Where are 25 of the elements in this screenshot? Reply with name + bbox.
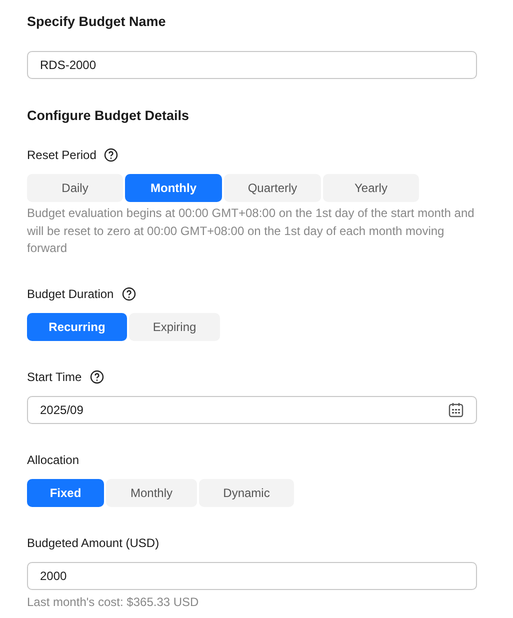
segment-option[interactable]: Monthly bbox=[125, 174, 222, 202]
section-title: Specify Budget Name bbox=[27, 14, 166, 30]
field-label: Start Time bbox=[27, 368, 82, 386]
field-label: Reset Period bbox=[27, 147, 96, 164]
segment-option[interactable]: Daily bbox=[27, 174, 123, 202]
segment-option[interactable]: Fixed bbox=[27, 478, 104, 506]
hint-text: Last month's cost: $365.33 USD bbox=[27, 594, 200, 610]
help-icon[interactable] bbox=[90, 370, 104, 384]
date-field[interactable]: 2025/09 bbox=[27, 396, 477, 424]
segment-option[interactable]: Recurring bbox=[27, 312, 127, 340]
hint-text: Budget evaluation begins at 00:00 GMT+08:00 on the 1st day of the start month and will be reset to zero at 00:00 GMT+08:00 on the 1st day of each month moving forward bbox=[27, 205, 476, 257]
segment-option[interactable]: Expiring bbox=[129, 312, 220, 340]
field-label: Budget Duration bbox=[27, 286, 114, 302]
section-title: Configure Budget Details bbox=[27, 108, 190, 124]
segment-option[interactable]: Dynamic bbox=[199, 478, 294, 506]
segment-option[interactable]: Quarterly bbox=[224, 174, 321, 202]
help-icon[interactable] bbox=[104, 148, 118, 162]
help-icon[interactable] bbox=[122, 286, 136, 300]
budget-name-field[interactable]: RDS-2000 bbox=[27, 51, 477, 79]
field-label: Allocation bbox=[27, 452, 80, 468]
segment-option[interactable]: Yearly bbox=[323, 174, 419, 202]
segment-option[interactable]: Monthly bbox=[106, 478, 197, 506]
field-label: Budgeted Amount (USD) bbox=[27, 534, 160, 552]
amount-field[interactable]: 2000 bbox=[27, 562, 477, 590]
calendar-icon[interactable] bbox=[448, 402, 464, 418]
